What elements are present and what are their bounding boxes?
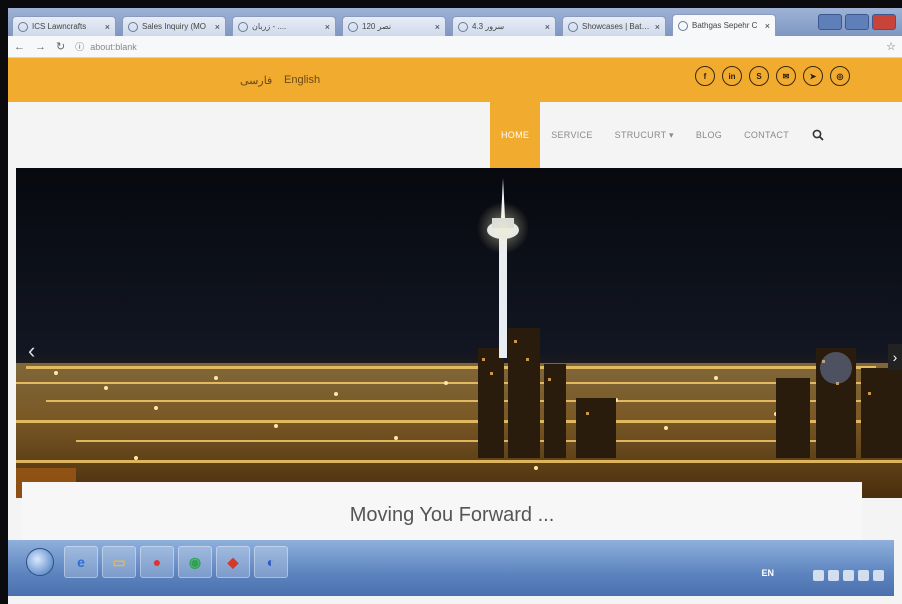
tray-flag-icon[interactable]	[813, 570, 824, 581]
bookmark-star-icon[interactable]: ☆	[886, 40, 896, 53]
tab-favicon-icon	[128, 21, 138, 32]
slider-prev-arrow-icon[interactable]: ‹	[28, 338, 35, 364]
tab-favicon-icon	[238, 21, 248, 32]
close-icon[interactable]: ×	[105, 22, 110, 32]
browser-tab[interactable]: ز‌ربان - .... ×	[232, 16, 336, 36]
search-icon[interactable]	[812, 129, 824, 141]
tray-network-icon[interactable]	[828, 570, 839, 581]
city-night-skyline	[16, 168, 902, 498]
tab-title: نصر 120	[362, 22, 392, 31]
hero-slider-image	[16, 168, 902, 498]
close-icon[interactable]: ×	[325, 22, 330, 32]
tray-battery-icon[interactable]	[858, 570, 869, 581]
tab-title: سرور 4.3	[472, 22, 505, 31]
tab-title: Sales Inquiry (MO	[142, 22, 207, 31]
window-close-icon[interactable]	[872, 14, 896, 30]
instagram-icon[interactable]: ◎	[830, 66, 850, 86]
language-link-english[interactable]: English	[284, 74, 320, 86]
slider-next-arrow-icon[interactable]: ›	[888, 344, 902, 370]
address-bar: ← → ↻ ⓘ about:blank ☆	[8, 36, 902, 58]
folder-icon[interactable]: ▭	[102, 546, 136, 578]
close-icon[interactable]: ×	[435, 22, 440, 32]
browser-tab-active[interactable]: Bathgas Sepehr C ×	[672, 14, 776, 36]
nav-item-contact[interactable]: CONTACT	[733, 102, 800, 168]
hero-caption: Moving You Forward ...	[349, 503, 555, 526]
start-button-icon[interactable]	[26, 548, 54, 576]
language-link-farsi[interactable]: فارسی	[240, 74, 272, 87]
app-red-icon[interactable]: ◆	[216, 546, 250, 578]
monitor-screen: ICS Lawncrafts × Sales Inquiry (MO × ز‌ربا…	[8, 8, 902, 604]
tab-favicon-icon	[18, 21, 28, 32]
site-header: HOME SERVICE STRUCURT ▾ BLOG CONTACT	[8, 102, 902, 168]
window-controls	[818, 14, 902, 36]
forward-arrow-icon[interactable]: →	[35, 41, 46, 53]
nav-item-service[interactable]: SERVICE	[540, 102, 603, 168]
close-icon[interactable]: ×	[655, 22, 660, 32]
close-icon[interactable]: ×	[545, 22, 550, 32]
tab-favicon-icon	[458, 21, 468, 32]
internet-explorer-icon[interactable]: e	[64, 546, 98, 578]
tray-volume-icon[interactable]	[843, 570, 854, 581]
page-info-icon[interactable]: ⓘ	[75, 40, 84, 53]
minimize-icon[interactable]	[818, 14, 842, 30]
linkedin-icon[interactable]: in	[722, 66, 742, 86]
tray-app-icon[interactable]	[873, 570, 884, 581]
back-arrow-icon[interactable]: ←	[14, 41, 25, 53]
facebook-icon[interactable]: f	[695, 66, 715, 86]
app-blue-icon[interactable]: ◐	[254, 546, 288, 578]
reload-icon[interactable]: ↻	[56, 40, 65, 53]
close-icon[interactable]: ×	[765, 21, 770, 31]
nav-item-structure[interactable]: STRUCURT ▾	[604, 102, 685, 168]
social-links: f in S ✉ ➤ ◎	[695, 66, 850, 86]
input-language-indicator[interactable]: EN	[761, 568, 774, 578]
media-player-icon[interactable]: ●	[140, 546, 174, 578]
tab-title: ICS Lawncrafts	[32, 22, 87, 31]
tab-title: Bathgas Sepehr C	[692, 21, 758, 30]
browser-tab[interactable]: ICS Lawncrafts ×	[12, 16, 116, 36]
nav-item-home[interactable]: HOME	[490, 102, 541, 168]
browser-tab[interactable]: Showcases | Bathroy ×	[562, 16, 666, 36]
nav-item-blog[interactable]: BLOG	[685, 102, 733, 168]
tab-title: Showcases | Bathroy	[582, 22, 651, 31]
main-nav: HOME SERVICE STRUCURT ▾ BLOG CONTACT	[490, 102, 824, 168]
chrome-icon[interactable]: ◉	[178, 546, 212, 578]
tab-favicon-icon	[678, 20, 688, 31]
close-icon[interactable]: ×	[215, 22, 220, 32]
hero-caption-box: Moving You Forward ...	[22, 482, 862, 548]
windows-taskbar: e ▭ ● ◉ ◆ ◐ EN	[8, 540, 894, 596]
browser-tab[interactable]: نصر 120 ×	[342, 16, 446, 36]
maximize-icon[interactable]	[845, 14, 869, 30]
browser-tab-strip: ICS Lawncrafts × Sales Inquiry (MO × ز‌ربا…	[8, 8, 902, 36]
tab-title: ز‌ربان - ....	[252, 22, 287, 31]
tab-favicon-icon	[348, 21, 358, 32]
telegram-icon[interactable]: ➤	[803, 66, 823, 86]
url-field[interactable]: about:blank	[90, 42, 137, 52]
browser-tab[interactable]: سرور 4.3 ×	[452, 16, 556, 36]
browser-tab[interactable]: Sales Inquiry (MO ×	[122, 16, 226, 36]
email-icon[interactable]: ✉	[776, 66, 796, 86]
system-tray	[813, 570, 884, 581]
skype-icon[interactable]: S	[749, 66, 769, 86]
tab-favicon-icon	[568, 21, 578, 32]
